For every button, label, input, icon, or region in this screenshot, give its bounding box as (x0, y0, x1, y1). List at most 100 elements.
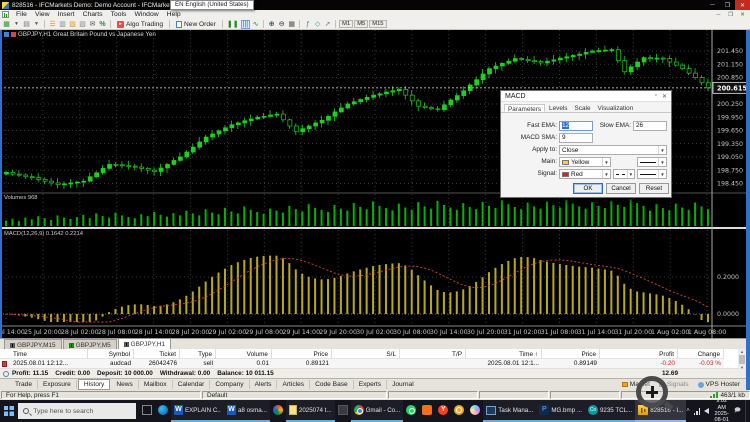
taskbar-copilot[interactable] (467, 400, 483, 422)
close-icon[interactable]: ✕ (735, 0, 750, 10)
tab-scale[interactable]: Scale (572, 104, 594, 112)
chart-window-icon[interactable] (2, 11, 9, 18)
tile-windows-icon[interactable]: ▦ (287, 20, 296, 29)
signal-dash-select[interactable]: ▼ (613, 169, 635, 179)
tab-levels[interactable]: Levels (546, 104, 570, 112)
taskbar-yandex[interactable] (435, 400, 451, 422)
dialog-close-icon[interactable]: ✕ (662, 93, 667, 100)
tab-trade[interactable]: Trade (10, 380, 38, 389)
tab-history[interactable]: History (77, 379, 111, 390)
apply-to-select[interactable]: Close ▼ (559, 145, 667, 155)
tab-exposure[interactable]: Exposure (38, 380, 77, 389)
new-chart-dropdown-icon[interactable]: ▼ (12, 20, 21, 29)
taskbar-app-dark[interactable] (335, 400, 351, 422)
slow-ema-input[interactable]: 26 (633, 121, 667, 131)
toolbox-icon[interactable]: ▧ (78, 20, 87, 29)
taskbar-task-manager[interactable]: Task Mana... (483, 400, 537, 422)
menu-tools[interactable]: Tools (107, 11, 131, 18)
profiles-dropdown-icon[interactable]: ▼ (32, 20, 41, 29)
ok-button[interactable]: OK (573, 183, 603, 194)
taskbar-word-2[interactable]: a8 osma... (223, 400, 270, 422)
taskbar-search-app[interactable] (451, 400, 467, 422)
start-button[interactable] (0, 400, 18, 422)
tab-company[interactable]: Company (210, 380, 250, 389)
tab-alerts[interactable]: Alerts (250, 380, 278, 389)
menu-insert[interactable]: Insert (54, 11, 79, 18)
col-time[interactable]: Time (10, 349, 88, 359)
tab-articles[interactable]: Articles (277, 380, 311, 389)
tab-codebase[interactable]: Code Base (310, 380, 354, 389)
new-order-button[interactable]: New Order (173, 20, 219, 28)
col-type[interactable]: Type (180, 349, 216, 359)
taskbar-edge[interactable] (155, 400, 171, 422)
bar-chart-icon[interactable]: ||| (240, 19, 251, 29)
network-icon[interactable] (693, 407, 701, 415)
tray-chevron-icon[interactable]: ˄ (686, 408, 690, 414)
vps-link[interactable]: VPS Hoster (697, 381, 740, 388)
menu-window[interactable]: Window (130, 11, 162, 18)
chart-close-icon[interactable] (11, 32, 16, 37)
show-desktop-button[interactable] (744, 400, 747, 422)
mdi-close-icon[interactable]: ✕ (737, 12, 748, 18)
taskbar-copilot-chat[interactable]: 9235 TCL... (584, 400, 636, 422)
macd-dialog-titlebar[interactable]: MACD ▫ ✕ (501, 91, 671, 102)
menu-file[interactable]: File (12, 11, 31, 18)
algo-trading-button[interactable]: ▸ Algo Trading (114, 20, 166, 28)
col-change[interactable]: Change (678, 349, 724, 359)
mdi-restore-icon[interactable]: ❐ (725, 12, 736, 18)
tab-experts[interactable]: Experts (354, 380, 388, 389)
indicators-icon[interactable]: ƒ (303, 20, 312, 29)
taskbar-paint[interactable]: MG.bmp ... (536, 400, 585, 422)
tab-mailbox[interactable]: Mailbox (139, 380, 173, 389)
col-time-close[interactable]: Time ↑ (466, 349, 542, 359)
economic-calendar-icon[interactable]: % (98, 20, 107, 29)
cursor-icon[interactable]: ➚ (323, 20, 332, 29)
tab-parameters[interactable]: Parameters (504, 104, 546, 113)
line-chart-icon[interactable]: ∿ (251, 20, 260, 29)
taskbar-word-1[interactable]: EXPLAIN C... (170, 400, 224, 422)
menu-charts[interactable]: Charts (79, 11, 107, 18)
taskbar-clock[interactable]: 9:02 AM 2025-08-01 (713, 398, 730, 422)
main-style-select[interactable]: ▼ (637, 157, 667, 167)
minimize-icon[interactable]: ─ (705, 0, 720, 10)
timeframe-m5-button[interactable]: M5 (354, 20, 369, 28)
cancel-button[interactable]: Cancel (606, 183, 636, 194)
tab-calendar[interactable]: Calendar (173, 380, 211, 389)
market-watch-icon[interactable]: ☰ (48, 20, 57, 29)
col-symbol[interactable]: Symbol (88, 349, 134, 359)
menu-help[interactable]: Help (163, 11, 185, 18)
taskbar-chrome[interactable]: Gmail - Co... (350, 400, 404, 422)
menu-view[interactable]: View (31, 11, 54, 18)
reset-button[interactable]: Reset (639, 183, 669, 194)
tab-gbpjpy-m5[interactable]: GBPJPY,M5 (62, 339, 117, 349)
volume-icon[interactable] (704, 408, 710, 414)
main-color-select[interactable]: Yellow ▼ (559, 157, 611, 167)
table-scrollbar[interactable]: ▲ ▼ (738, 349, 746, 378)
data-window-icon[interactable]: ▥ (58, 20, 67, 29)
zoom-out-icon[interactable]: ⊖ (277, 20, 286, 29)
scrollbar-thumb[interactable] (739, 355, 745, 364)
mailbox-icon[interactable]: ✉ (88, 20, 97, 29)
taskbar-photos[interactable] (270, 400, 286, 422)
tab-gbpjpy-m15[interactable]: GBPJPY,M15 (4, 339, 62, 349)
chart-restore-icon[interactable] (4, 32, 9, 37)
notification-icon[interactable]: 🗩 (734, 406, 741, 416)
col-tp[interactable]: T/P (400, 349, 466, 359)
taskbar-app-orange[interactable] (419, 400, 435, 422)
macd-sma-input[interactable]: 9 (559, 133, 593, 143)
navigator-icon[interactable]: ▨ (68, 20, 77, 29)
profiles-icon[interactable]: ▤ (22, 20, 31, 29)
tab-gbpjpy-h1[interactable]: GBPJPY,H1 (117, 338, 171, 349)
status-profile[interactable]: Default (202, 391, 387, 399)
timeframe-m1-button[interactable]: M1 (339, 20, 354, 28)
tab-news[interactable]: News (111, 380, 139, 389)
signal-color-select[interactable]: Red ▼ (559, 169, 611, 179)
col-price[interactable]: Price (272, 349, 332, 359)
tab-journal[interactable]: Journal (387, 380, 419, 389)
zoom-in-icon[interactable]: ⊕ (267, 20, 276, 29)
signal-width-select[interactable]: ▼ (637, 169, 667, 179)
timeframe-m15-button[interactable]: M15 (369, 20, 387, 28)
mdi-minimize-icon[interactable]: ─ (713, 12, 724, 18)
objects-icon[interactable]: ◇ (313, 20, 322, 29)
task-view-button[interactable] (139, 400, 155, 422)
